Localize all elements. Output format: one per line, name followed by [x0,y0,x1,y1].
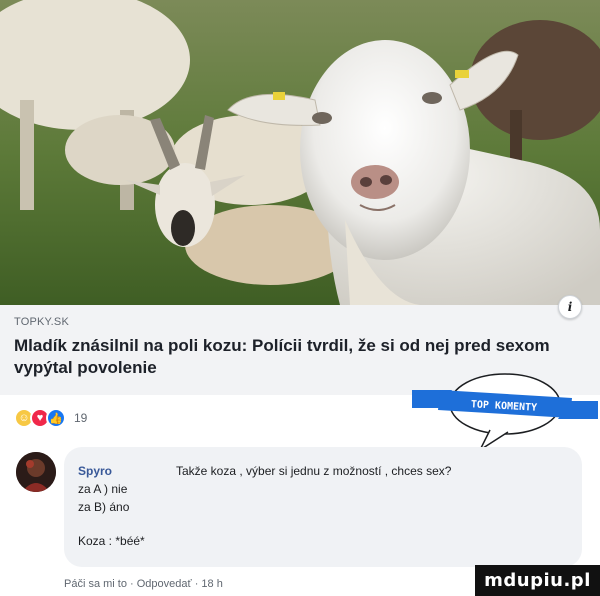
comment-line-b: za B) áno [78,500,130,514]
link-source: TOPKY.SK [14,316,69,328]
reaction-count: 19 [74,411,88,425]
like-reaction-icon: 👍 [46,408,66,428]
comment-author[interactable]: Spyro [78,464,112,478]
separator: · [126,578,137,590]
separator: · [191,578,202,590]
post-photo[interactable] [0,0,600,305]
facebook-post: TOPKY.SK Mladík znásilnil na poli kozu: … [0,0,600,596]
reply-link[interactable]: Odpovedať [137,578,192,590]
watermark-logo: mdupiu.pl [475,565,600,596]
comment-text: Takže koza , výber si jednu z možností ,… [176,464,452,478]
comment-actions: Páči sa mi to · Odpovedať · 18 h [64,578,223,590]
reactions-summary[interactable]: ☺ ♥ 👍 19 [14,408,87,428]
top-comments-badge: TOP KOMENTY [412,373,598,453]
info-icon[interactable]: i [558,295,582,319]
comment-line-koza: Koza : *béé* [78,534,145,548]
comment-timestamp[interactable]: 18 h [201,578,222,590]
avatar[interactable] [16,452,56,492]
like-comment-link[interactable]: Páči sa mi to [64,578,127,590]
comment-line-a: za A ) nie [78,482,128,496]
